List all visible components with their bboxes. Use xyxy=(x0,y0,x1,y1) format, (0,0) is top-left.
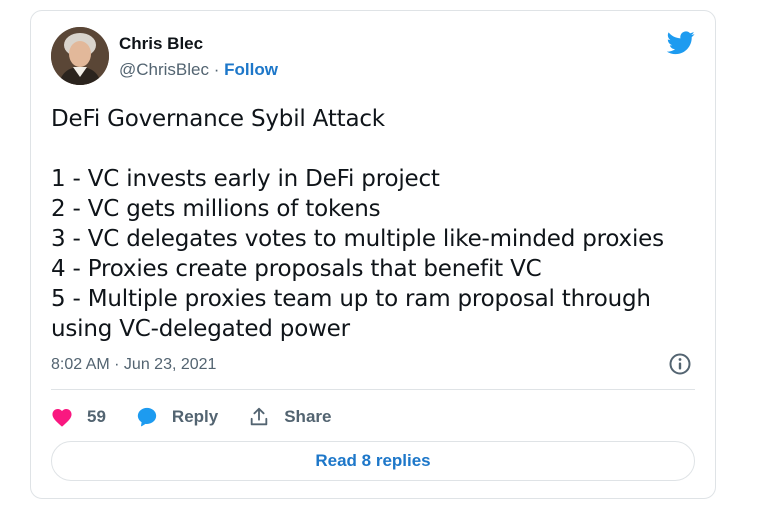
read-replies-button[interactable]: Read 8 replies xyxy=(51,441,695,481)
tweet-line: 5 - Multiple proxies team up to ram prop… xyxy=(51,286,651,312)
tweet-line: 1 - VC invests early in DeFi project xyxy=(51,166,440,192)
tweet-card: Chris Blec @ChrisBlec · Follow DeFi Gove… xyxy=(30,10,716,499)
follow-button[interactable]: Follow xyxy=(224,60,278,79)
avatar-portrait-icon xyxy=(51,27,109,85)
tweet-line: 3 - VC delegates votes to multiple like-… xyxy=(51,226,664,252)
avatar[interactable] xyxy=(51,27,109,85)
share-button[interactable]: Share xyxy=(248,406,331,428)
tweet-text: DeFi Governance Sybil Attack 1 - VC inve… xyxy=(51,104,691,344)
like-count: 59 xyxy=(87,407,106,426)
author-meta: @ChrisBlec · Follow xyxy=(119,60,278,80)
tweet-timestamp[interactable]: 8:02 AM · Jun 23, 2021 xyxy=(51,356,216,374)
meta-separator: · xyxy=(209,60,225,79)
heart-icon xyxy=(52,409,72,427)
tweet-line: 4 - Proxies create proposals that benefi… xyxy=(51,256,542,282)
author-handle[interactable]: @ChrisBlec xyxy=(119,60,209,79)
info-icon[interactable] xyxy=(668,352,692,376)
share-label: Share xyxy=(284,407,332,426)
action-bar: 59 Reply Share xyxy=(51,405,361,429)
share-arrow-icon xyxy=(250,407,268,426)
info-icon-svg xyxy=(669,353,691,375)
tweet-line: using VC-delegated power xyxy=(51,316,350,342)
reply-label: Reply xyxy=(171,407,219,426)
reply-button[interactable]: Reply xyxy=(136,406,218,428)
like-button[interactable]: 59 xyxy=(51,407,106,427)
tweet-title: DeFi Governance Sybil Attack xyxy=(51,106,385,132)
tweet-line: 2 - VC gets millions of tokens xyxy=(51,196,381,222)
divider xyxy=(51,389,695,390)
twitter-bird-icon-svg xyxy=(666,31,695,55)
twitter-bird-icon[interactable] xyxy=(666,31,695,55)
speech-bubble-icon xyxy=(137,407,157,427)
author-name[interactable]: Chris Blec xyxy=(119,34,203,54)
